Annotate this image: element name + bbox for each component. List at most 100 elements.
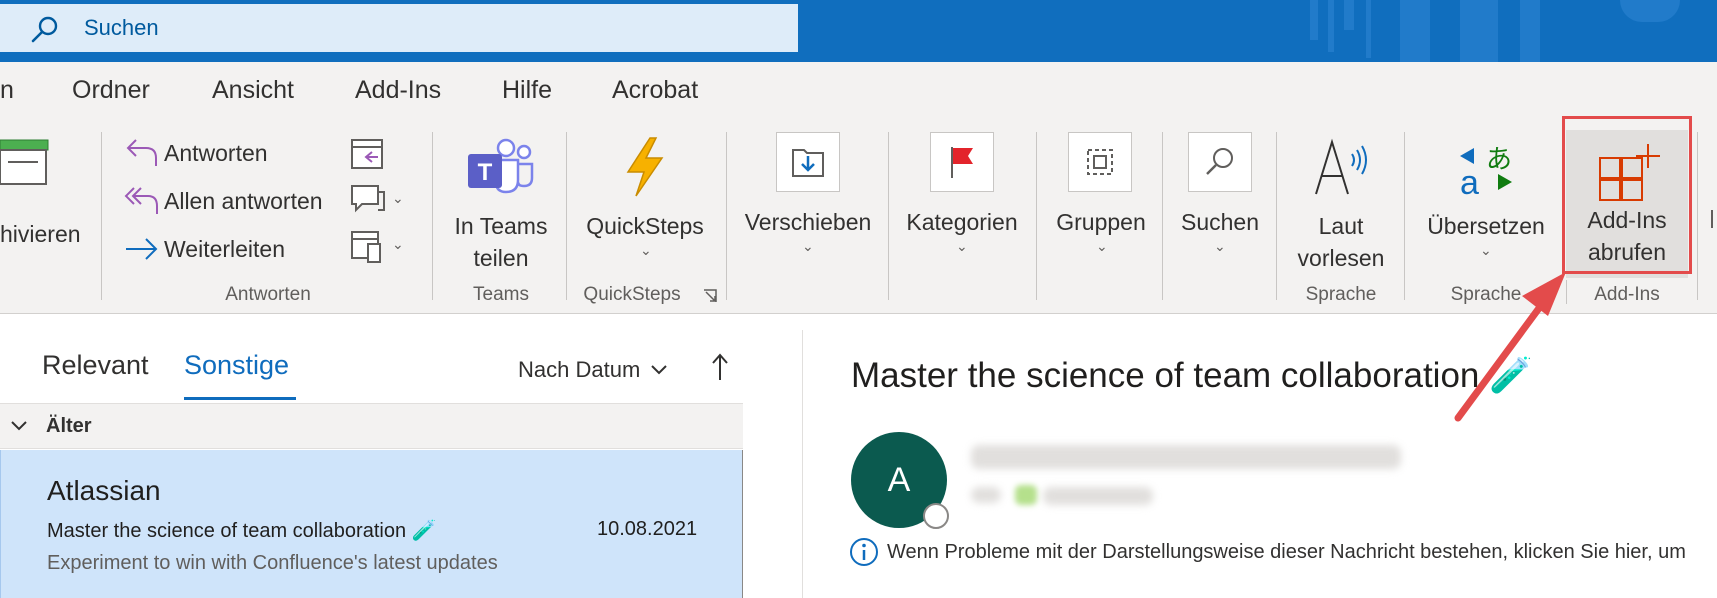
group-frame-icon <box>1087 149 1113 175</box>
presence-indicator <box>923 503 949 529</box>
archive-icon <box>0 139 49 185</box>
svg-text:a: a <box>1460 164 1479 198</box>
group-label-antworten: Antworten <box>225 284 311 305</box>
reply-button[interactable]: Antworten <box>124 136 268 170</box>
forward-button[interactable]: Weiterleiten <box>124 232 285 266</box>
quicksteps-button[interactable]: QuickSteps ⌄ <box>580 130 710 280</box>
sort-by-date-button[interactable]: Nach Datum <box>518 357 668 383</box>
im-reply-button[interactable]: ⌄ <box>350 182 410 218</box>
lightning-icon <box>626 137 664 197</box>
mail-sender: Atlassian <box>47 475 161 506</box>
divider <box>726 132 727 300</box>
divider <box>1036 132 1037 300</box>
header-decoration <box>1344 0 1354 30</box>
group-label-sprache-1: Sprache <box>1305 284 1377 305</box>
read-aloud-icon <box>1315 138 1367 195</box>
reply-all-button[interactable]: Allen antworten <box>124 184 323 218</box>
divider <box>1697 132 1698 300</box>
menu-bar: n Ordner Ansicht Add-Ins Hilfe Acrobat <box>0 62 1717 124</box>
archive-button[interactable]: hivieren <box>0 138 90 258</box>
search-box[interactable] <box>0 4 798 52</box>
meeting-reply-button[interactable] <box>350 136 390 172</box>
flag-icon <box>951 147 973 178</box>
teams-label-2: teilen <box>473 245 529 271</box>
read-aloud-label-2: vorlesen <box>1297 245 1385 271</box>
read-aloud-label-1: Laut <box>1318 213 1364 239</box>
group-header-older[interactable]: Älter <box>0 403 743 449</box>
blurred-recipient-prefix <box>971 487 1001 503</box>
translate-icon: a あ <box>1460 145 1512 198</box>
groups-button[interactable]: Gruppen ⌄ <box>1046 130 1156 280</box>
chevron-down-icon <box>11 421 27 431</box>
chat-icon <box>351 185 385 213</box>
tab-ordner[interactable]: Ordner <box>72 76 150 105</box>
group-header-label: Älter <box>46 415 92 437</box>
tab-acrobat[interactable]: Acrobat <box>612 76 698 105</box>
find-button[interactable]: Suchen ⌄ <box>1170 130 1270 280</box>
tab-start[interactable]: n <box>0 76 14 105</box>
info-icon <box>850 538 878 566</box>
teams-icon: T <box>468 138 534 194</box>
title-bar <box>0 0 1717 62</box>
translate-label: Übersetzen <box>1427 213 1545 239</box>
mail-date: 10.08.2021 <box>597 518 698 540</box>
search-input[interactable] <box>84 13 764 43</box>
find-icon-frame <box>1188 132 1252 192</box>
chevron-down-icon: ⌄ <box>1480 242 1492 258</box>
tab-ansicht[interactable]: Ansicht <box>212 76 294 105</box>
blurred-status-dot <box>1015 485 1037 505</box>
more-respond-button[interactable]: ⌄ <box>350 228 410 264</box>
translate-button[interactable]: a あ Übersetzen ⌄ <box>1416 130 1556 280</box>
forward-arrow-icon <box>126 238 158 260</box>
tab-hilfe[interactable]: Hilfe <box>502 76 552 105</box>
forward-label: Weiterleiten <box>164 235 286 262</box>
quicksteps-label: QuickSteps <box>586 213 704 239</box>
divider <box>101 132 102 300</box>
share-to-teams-button[interactable]: T In Teams teilen <box>446 130 556 280</box>
reply-all-label: Allen antworten <box>164 187 323 214</box>
group-label-sprache-2: Sprache <box>1450 284 1522 305</box>
chevron-down-icon <box>651 365 667 375</box>
header-decoration <box>1366 0 1371 58</box>
move-label: Verschieben <box>744 209 872 235</box>
move-button[interactable]: Verschieben ⌄ <box>740 130 876 280</box>
display-issue-notice[interactable]: Wenn Probleme mit der Darstellungsweise … <box>849 537 1686 567</box>
chevron-down-icon: ⌄ <box>1214 238 1226 254</box>
header-decoration <box>1400 0 1430 62</box>
search-icon <box>1206 148 1233 175</box>
blurred-recipient-name <box>1043 487 1153 505</box>
chevron-down-icon: ⌄ <box>956 238 968 254</box>
tab-add-ins[interactable]: Add-Ins <box>355 76 441 105</box>
categorize-button[interactable]: Kategorien ⌄ <box>898 130 1026 280</box>
ribbon: hivieren Antworten Allen antworten Weite… <box>0 124 1717 314</box>
header-decoration <box>1460 0 1498 62</box>
tab-other[interactable]: Sonstige <box>184 350 289 381</box>
reply-icon <box>126 139 157 166</box>
calendar-reply-icon <box>351 139 383 169</box>
chevron-down-icon: ⌄ <box>1096 238 1108 254</box>
categorize-icon-frame <box>930 132 994 192</box>
sort-direction-up-icon[interactable] <box>710 352 730 382</box>
group-label-add-ins: Add-Ins <box>1594 284 1660 305</box>
folder-move-icon <box>792 149 824 177</box>
chevron-down-icon: ⌄ <box>640 242 652 258</box>
groups-label: Gruppen <box>1056 209 1146 235</box>
svg-text:あ: あ <box>1486 145 1512 175</box>
group-label-quicksteps: QuickSteps <box>583 284 681 305</box>
categorize-label: Kategorien <box>906 209 1018 235</box>
header-decoration <box>1520 0 1540 62</box>
tab-focused[interactable]: Relevant <box>42 350 149 381</box>
mail-subject: Master the science of team collaboration… <box>47 520 437 542</box>
mail-preview: Experiment to win with Confluence's late… <box>47 552 498 574</box>
find-label: Suchen <box>1180 209 1259 235</box>
search-icon <box>31 16 58 43</box>
read-aloud-button[interactable]: Laut vorlesen <box>1288 130 1394 280</box>
archive-label: hivieren <box>0 221 81 247</box>
divider <box>432 132 433 300</box>
list-item[interactable]: Atlassian Master the science of team col… <box>0 450 743 598</box>
dialog-launcher-icon[interactable] <box>702 288 718 304</box>
groups-icon-frame <box>1068 132 1132 192</box>
sort-label: Nach Datum <box>518 357 641 382</box>
highlight-annotation-box <box>1562 116 1692 274</box>
divider <box>566 132 567 300</box>
